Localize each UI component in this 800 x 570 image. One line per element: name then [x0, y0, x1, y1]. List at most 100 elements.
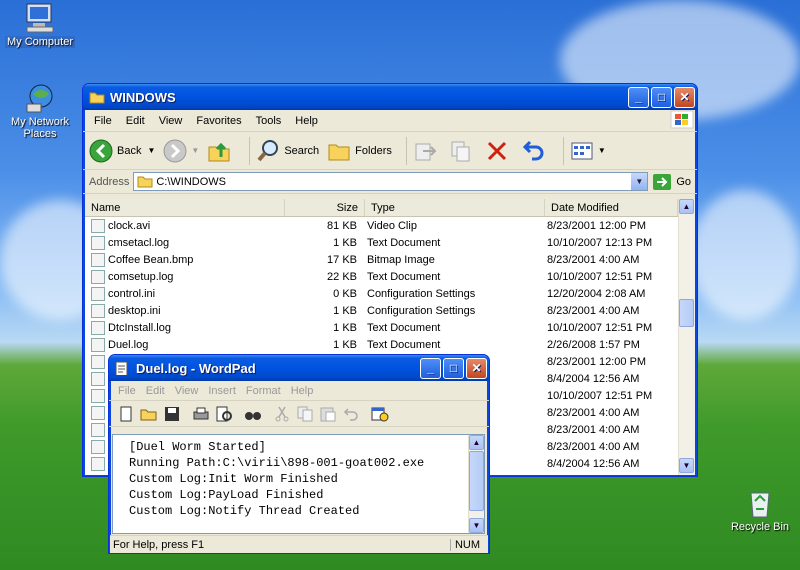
scroll-up-button[interactable]: ▲	[469, 435, 484, 450]
document-line: [Duel Worm Started]	[129, 440, 266, 454]
explorer-titlebar[interactable]: WINDOWS _ □ ✕	[83, 84, 697, 110]
maximize-button[interactable]: □	[651, 86, 672, 108]
go-button[interactable]: Go	[652, 173, 691, 191]
scroll-thumb[interactable]	[679, 299, 694, 327]
folders-button[interactable]: Folders	[327, 139, 392, 163]
views-icon	[571, 142, 593, 159]
scroll-up-button[interactable]: ▲	[679, 199, 694, 214]
menu-view[interactable]: View	[170, 385, 204, 397]
menu-view[interactable]: View	[152, 115, 190, 127]
up-folder-button[interactable]	[207, 139, 235, 163]
file-icon	[91, 286, 105, 301]
delete-x-icon	[487, 141, 506, 160]
desktop-icon-my-computer[interactable]: My Computer	[0, 2, 80, 48]
file-date: 8/23/2001 4:00 AM	[547, 440, 640, 453]
table-row[interactable]: control.ini 0 KB Configuration Settings 12/…	[85, 285, 678, 302]
wordpad-document[interactable]: [Duel Worm Started] Running Path:C:\viri…	[112, 434, 485, 534]
cloud	[690, 190, 800, 320]
find-binoculars-icon[interactable]	[244, 406, 262, 422]
menu-help[interactable]: Help	[288, 115, 325, 127]
explorer-scrollbar[interactable]: ▲ ▼	[678, 199, 695, 475]
scroll-down-button[interactable]: ▼	[469, 518, 484, 533]
new-document-icon[interactable]	[117, 406, 135, 422]
delete-button[interactable]	[485, 139, 513, 163]
cut-icon[interactable]	[273, 406, 291, 422]
file-size: 1 KB	[333, 338, 357, 351]
table-row[interactable]: Coffee Bean.bmp 17 KB Bitmap Image 8/23/200…	[85, 251, 678, 268]
paste-icon[interactable]	[319, 406, 337, 422]
document-line: Running Path:C:\virii\898-001-goat002.ex…	[129, 456, 425, 470]
views-button[interactable]: ▼	[570, 139, 606, 163]
menu-help[interactable]: Help	[286, 385, 319, 397]
menu-edit[interactable]: Edit	[119, 115, 152, 127]
table-row[interactable]: cmsetacl.log 1 KB Text Document 10/10/2007 …	[85, 234, 678, 251]
close-button[interactable]: ✕	[674, 86, 695, 108]
file-icon	[91, 252, 105, 267]
address-input[interactable]: C:\WINDOWS ▼	[133, 172, 649, 191]
chevron-down-icon[interactable]: ▼	[147, 146, 155, 155]
print-icon[interactable]	[192, 406, 210, 422]
file-date: 8/4/2004 12:56 AM	[547, 457, 640, 470]
address-value: C:\WINDOWS	[156, 175, 227, 188]
menu-tools[interactable]: Tools	[249, 115, 289, 127]
insert-datetime-icon[interactable]	[371, 406, 389, 422]
menu-format[interactable]: Format	[241, 385, 286, 397]
menu-file[interactable]: File	[87, 115, 119, 127]
open-folder-icon[interactable]	[140, 406, 158, 422]
column-header: Name Size Type Date Modified	[85, 199, 678, 217]
chevron-down-icon[interactable]: ▼	[598, 146, 606, 155]
file-icon	[91, 320, 105, 335]
desktop-icon-recycle-bin[interactable]: Recycle Bin	[720, 487, 800, 533]
file-name-text: comsetup.log	[108, 270, 174, 283]
column-name[interactable]: Name	[85, 199, 285, 216]
table-row[interactable]: comsetup.log 22 KB Text Document 10/10/2007…	[85, 268, 678, 285]
desktop-icon-network-places[interactable]: My Network Places	[0, 82, 80, 140]
table-row[interactable]: desktop.ini 1 KB Configuration Settings 8/2…	[85, 302, 678, 319]
menu-insert[interactable]: Insert	[203, 385, 241, 397]
folders-icon	[328, 144, 350, 160]
menu-edit[interactable]: Edit	[141, 385, 170, 397]
table-row[interactable]: DtcInstall.log 1 KB Text Document 10/10/200…	[85, 319, 678, 336]
document-line: Custom Log:Init Worm Finished	[129, 472, 338, 486]
folder-icon	[137, 176, 153, 188]
chevron-down-icon[interactable]: ▼	[191, 146, 199, 155]
address-bar: Address C:\WINDOWS ▼ Go	[83, 170, 697, 194]
menu-favorites[interactable]: Favorites	[189, 115, 248, 127]
back-button[interactable]: Back ▼	[89, 139, 155, 163]
wordpad-scrollbar[interactable]: ▲ ▼	[468, 435, 484, 533]
undo-icon	[522, 140, 544, 160]
wordpad-titlebar[interactable]: Duel.log - WordPad _ □ ✕	[109, 355, 489, 381]
maximize-button[interactable]: □	[443, 357, 464, 379]
move-to-icon	[415, 143, 437, 160]
minimize-button[interactable]: _	[420, 357, 441, 379]
save-disk-icon[interactable]	[163, 406, 181, 422]
file-icon	[91, 269, 105, 284]
wordpad-menubar: File Edit View Insert Format Help	[109, 381, 489, 401]
column-date[interactable]: Date Modified	[545, 199, 678, 216]
scroll-down-button[interactable]: ▼	[679, 458, 694, 473]
close-button[interactable]: ✕	[466, 357, 487, 379]
windows-logo-icon	[667, 109, 697, 132]
copy-icon[interactable]	[296, 406, 314, 422]
table-row[interactable]: Duel.log 1 KB Text Document 2/26/2008 1:57 …	[85, 336, 678, 353]
undo-icon[interactable]	[342, 406, 360, 422]
column-type[interactable]: Type	[365, 199, 545, 216]
minimize-button[interactable]: _	[628, 86, 649, 108]
scroll-thumb[interactable]	[469, 451, 484, 511]
forward-button[interactable]: ▼	[163, 139, 199, 163]
move-to-button[interactable]	[413, 139, 441, 163]
address-dropdown-button[interactable]: ▼	[631, 173, 648, 190]
file-type: Configuration Settings	[367, 287, 476, 300]
wordpad-toolbar	[109, 401, 489, 427]
file-date: 10/10/2007 12:13 PM	[547, 236, 653, 249]
column-size[interactable]: Size	[285, 199, 365, 216]
table-row[interactable]: clock.avi 81 KB Video Clip 8/23/2001 12:00 …	[85, 217, 678, 234]
file-name-text: clock.avi	[108, 219, 151, 232]
file-date: 10/10/2007 12:51 PM	[547, 389, 653, 402]
copy-to-button[interactable]	[449, 139, 477, 163]
print-preview-icon[interactable]	[215, 406, 233, 422]
menu-file[interactable]: File	[113, 385, 141, 397]
search-button[interactable]: Search	[256, 139, 319, 163]
document-line: Custom Log:PayLoad Finished	[129, 488, 324, 502]
undo-button[interactable]	[521, 139, 549, 163]
